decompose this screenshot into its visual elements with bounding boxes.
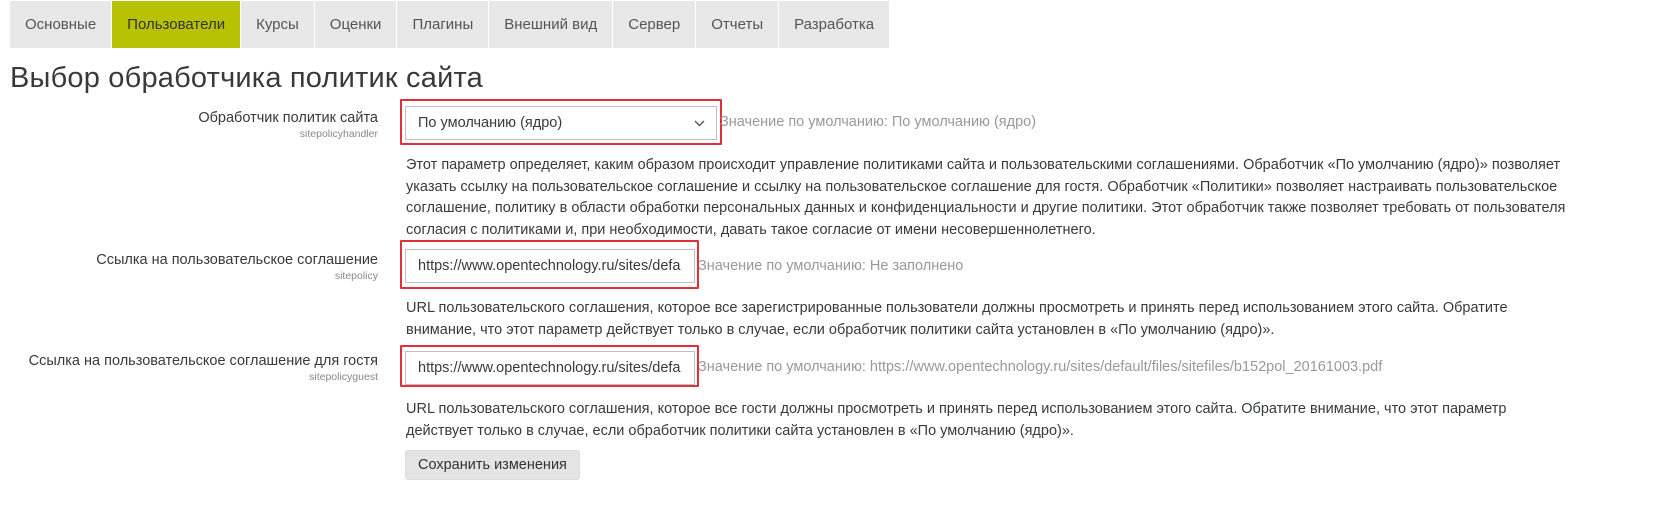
select-value: По умолчанию (ядро) (418, 115, 563, 131)
page-title: Выбор обработчика политик сайта (10, 62, 483, 94)
settings-tabs: Основные Пользователи Курсы Оценки Плаги… (10, 1, 891, 48)
setting-key: sitepolicyhandler (299, 128, 378, 140)
tab-grades[interactable]: Оценки (314, 1, 398, 48)
sitepolicyhandler-select[interactable]: По умолчанию (ядро) (405, 106, 717, 140)
sitepolicy-url-input[interactable] (405, 249, 695, 283)
setting-key: sitepolicy (334, 270, 378, 282)
save-changes-button[interactable]: Сохранить изменения (405, 450, 580, 480)
tab-server[interactable]: Сервер (613, 1, 697, 48)
setting-label: Обработчик политик сайта (198, 110, 378, 126)
tab-general[interactable]: Основные (10, 1, 113, 48)
setting-label-sitepolicyhandler: Обработчик политик сайта sitepolicyhandl… (198, 109, 378, 141)
tab-courses[interactable]: Курсы (241, 1, 315, 48)
tab-users[interactable]: Пользователи (112, 1, 242, 48)
chevron-down-icon (692, 116, 706, 130)
setting-label: Ссылка на пользовательское соглашение (96, 252, 378, 268)
tab-plugins[interactable]: Плагины (397, 1, 490, 48)
tab-reports[interactable]: Отчеты (696, 1, 780, 48)
setting-description: URL пользовательского соглашения, которо… (406, 401, 1507, 439)
default-value-text: Значение по умолчанию: https://www.opent… (698, 359, 1383, 375)
setting-label-sitepolicy: Ссылка на пользовательское соглашение si… (96, 251, 378, 283)
default-value-text: Значение по умолчанию: По умолчанию (ядр… (720, 114, 1037, 130)
setting-key: sitepolicyguest (309, 371, 378, 383)
setting-description: URL пользовательского соглашения, которо… (406, 300, 1508, 338)
tab-development[interactable]: Разработка (779, 1, 891, 48)
setting-description: Этот параметр определяет, каким образом … (406, 157, 1566, 238)
setting-label-sitepolicyguest: Ссылка на пользовательское соглашение дл… (29, 352, 378, 384)
tab-appearance[interactable]: Внешний вид (489, 1, 614, 48)
default-value-text: Значение по умолчанию: Не заполнено (698, 258, 964, 274)
setting-label: Ссылка на пользовательское соглашение дл… (28, 353, 378, 369)
sitepolicyguest-url-input[interactable] (405, 351, 695, 385)
